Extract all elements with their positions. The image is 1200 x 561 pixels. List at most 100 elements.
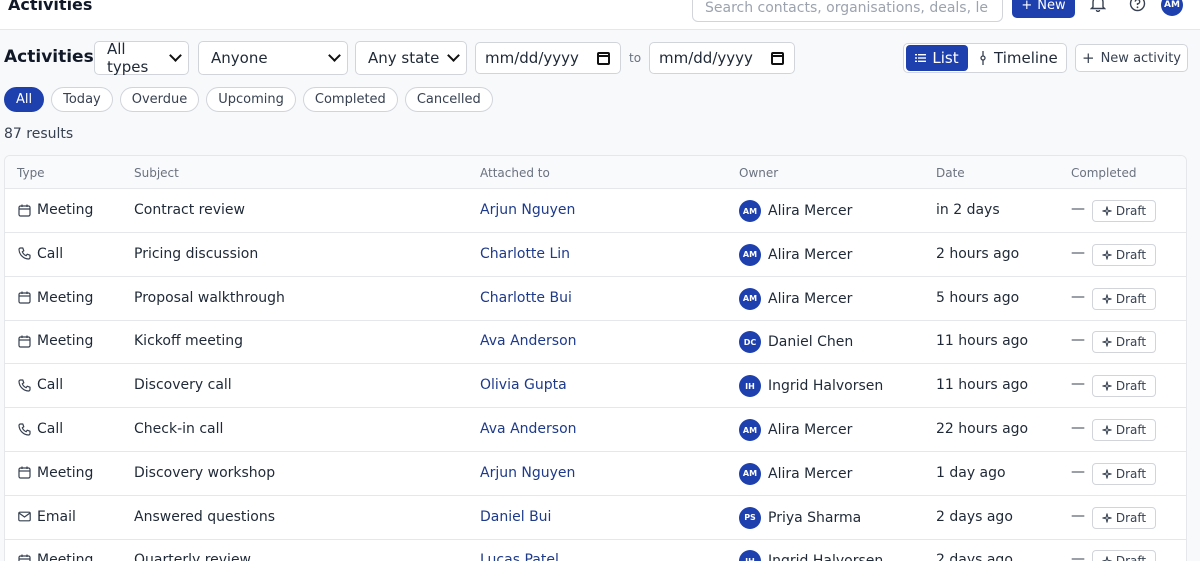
column-header-type[interactable]: Type — [17, 166, 45, 180]
attached-to-link[interactable]: Ava Anderson — [480, 333, 577, 349]
attached-to-link[interactable]: Ava Anderson — [480, 421, 577, 437]
date-cell: in 2 days — [936, 202, 1000, 218]
type-label: Meeting — [37, 552, 94, 561]
attached-to-link[interactable]: Daniel Bui — [480, 509, 551, 525]
list-view-label: List — [932, 49, 959, 67]
column-header-attached[interactable]: Attached to — [480, 166, 550, 180]
state-select-value: Any state — [368, 49, 440, 67]
owner-name: Alira Mercer — [768, 246, 853, 263]
phone-icon — [17, 422, 31, 436]
state-select[interactable]: Any state — [355, 41, 467, 75]
draft-status-button[interactable]: Draft — [1092, 419, 1156, 441]
draft-status-button[interactable]: Draft — [1092, 200, 1156, 222]
date-range-separator: to — [629, 51, 642, 65]
draft-status-button[interactable]: Draft — [1092, 287, 1156, 310]
type-label: Email — [37, 508, 76, 525]
type-label: Meeting — [37, 333, 94, 350]
table-row[interactable]: Email Answered questions Daniel Bui PS Priya… — [5, 496, 1186, 540]
attached-to-link[interactable]: Charlotte Lin — [480, 246, 570, 262]
date-from-input[interactable]: mm/dd/yyyy — [475, 42, 621, 74]
table-row[interactable]: Call Pricing discussion Charlotte Lin AM Ali… — [5, 233, 1186, 277]
subject-cell[interactable]: Discovery call — [134, 377, 232, 393]
chip-overdue[interactable]: Overdue — [119, 87, 200, 112]
table-row[interactable]: Meeting Proposal walkthrough Charlotte Bui… — [5, 277, 1186, 321]
new-button[interactable]: + New — [1012, 0, 1075, 18]
owner-select[interactable]: Anyone — [198, 41, 348, 75]
draft-status-button[interactable]: Draft — [1092, 506, 1156, 529]
status-label: Draft — [1116, 554, 1146, 561]
attached-to-link[interactable]: Arjun Nguyen — [480, 465, 575, 481]
type-cell: Call — [17, 246, 63, 262]
top-bar: Activities + New AM — [0, 0, 1200, 30]
calendar-icon[interactable] — [597, 51, 610, 65]
type-cell: Meeting — [17, 465, 93, 481]
calendar-icon — [17, 334, 31, 348]
draft-status-button[interactable]: Draft — [1092, 243, 1156, 266]
date-cell: 2 days ago — [936, 552, 1013, 561]
column-header-completed[interactable]: Completed — [1071, 166, 1136, 180]
calendar-icon — [17, 291, 31, 305]
subject-cell[interactable]: Proposal walkthrough — [134, 290, 285, 306]
owner-name: Daniel Chen — [768, 334, 854, 351]
chevron-down-icon — [328, 49, 341, 62]
plus-icon: + — [1082, 49, 1095, 67]
draft-status-button[interactable]: Draft — [1092, 550, 1156, 561]
subject-cell[interactable]: Contract review — [134, 202, 245, 218]
subject-cell[interactable]: Kickoff meeting — [134, 333, 243, 349]
attached-to-link[interactable]: Olivia Gupta — [480, 377, 567, 393]
table-row[interactable]: Call Discovery call Olivia Gupta IH Ingrid H… — [5, 364, 1186, 409]
user-avatar[interactable]: AM — [1161, 0, 1183, 16]
column-header-date[interactable]: Date — [936, 166, 965, 180]
draft-status-button[interactable]: Draft — [1092, 462, 1156, 485]
date-cell: 22 hours ago — [936, 421, 1029, 437]
subject-cell[interactable]: Answered questions — [134, 509, 275, 525]
table-row[interactable]: Meeting Kickoff meeting Ava Anderson DC Dani… — [5, 320, 1186, 365]
table-row[interactable]: Meeting Discovery workshop Arjun Nguyen AM A… — [5, 452, 1186, 496]
status-label: Draft — [1115, 379, 1147, 394]
status-label: Draft — [1115, 291, 1147, 306]
subject-cell[interactable]: Pricing discussion — [134, 246, 258, 262]
date-to-input[interactable]: mm/dd/yyyy — [649, 42, 795, 74]
activities-table: Type Subject Attached to Owner Date Comp… — [4, 155, 1187, 561]
results-count: 87 results — [4, 126, 74, 142]
new-activity-button[interactable]: + New activity — [1075, 44, 1188, 72]
type-select[interactable]: All types — [94, 40, 189, 76]
owner-cell: AM Alira Mercer — [739, 243, 853, 266]
owner-name: Alira Mercer — [768, 465, 853, 482]
bell-icon[interactable] — [1089, 0, 1107, 12]
column-header-owner[interactable]: Owner — [739, 166, 778, 180]
draft-status-button[interactable]: Draft — [1092, 375, 1156, 398]
timeline-view-button[interactable]: Timeline — [976, 45, 1058, 71]
chip-completed[interactable]: Completed — [302, 87, 398, 112]
table-row[interactable]: Meeting Contract review Arjun Nguyen AM Alir… — [5, 189, 1186, 233]
date-cell: 1 day ago — [936, 464, 1006, 481]
list-view-button[interactable]: List — [906, 45, 968, 71]
owner-name: Ingrid Halvorsen — [768, 553, 883, 561]
subject-cell[interactable]: Check-in call — [134, 421, 223, 437]
chip-today[interactable]: Today — [51, 87, 113, 112]
attached-to-link[interactable]: Arjun Nguyen — [480, 202, 575, 218]
date-from-value: mm/dd/yyyy — [485, 49, 579, 67]
draft-status-button[interactable]: Draft — [1092, 331, 1156, 354]
sparkle-icon — [1102, 512, 1112, 523]
chip-upcoming[interactable]: Upcoming — [206, 87, 296, 112]
attached-to-link[interactable]: Lucas Patel — [480, 552, 559, 561]
chip-cancelled[interactable]: Cancelled — [404, 87, 493, 112]
table-row[interactable]: Meeting Quarterly review Lucas Patel IH Ingr… — [5, 539, 1186, 561]
table-row[interactable]: Call Check-in call Ava Anderson AM Alira Mer… — [5, 408, 1186, 452]
calendar-icon[interactable] — [771, 51, 784, 65]
owner-avatar: DC — [739, 331, 761, 354]
subject-cell[interactable]: Quarterly review — [134, 552, 251, 561]
completed-cell: — — [1071, 288, 1085, 305]
completed-cell: — — [1071, 332, 1085, 349]
subject-cell[interactable]: Discovery workshop — [134, 465, 275, 481]
chip-all[interactable]: All — [4, 87, 45, 112]
sparkle-icon — [1102, 293, 1112, 304]
phone-icon — [17, 378, 31, 392]
help-icon[interactable] — [1128, 0, 1146, 12]
owner-name: Priya Sharma — [768, 509, 862, 526]
attached-to-link[interactable]: Charlotte Bui — [480, 290, 572, 306]
column-header-subject[interactable]: Subject — [134, 166, 179, 180]
chevron-down-icon — [169, 49, 182, 62]
search-input[interactable] — [692, 0, 1003, 22]
